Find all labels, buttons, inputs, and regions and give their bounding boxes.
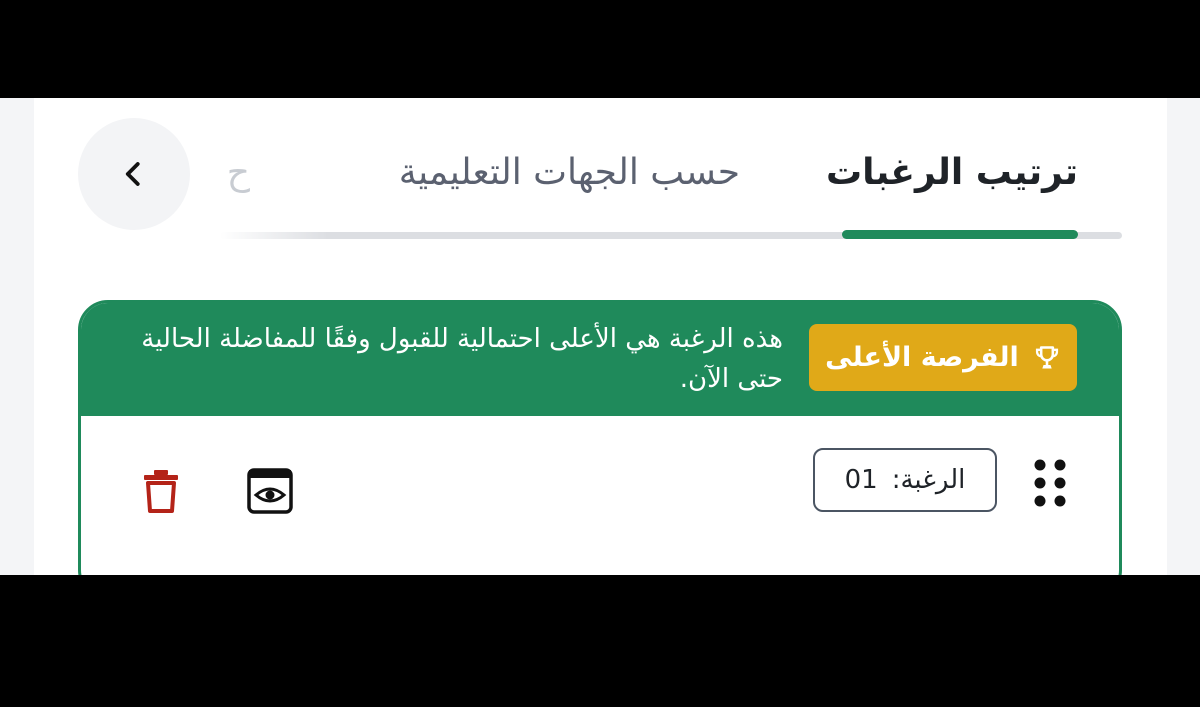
badge-label: الفرصة الأعلى [825,342,1019,373]
eye-icon[interactable] [247,468,293,514]
chevron-left-icon [125,162,140,186]
tab-active-indicator [842,230,1078,239]
trophy-icon [1035,345,1058,368]
app-screen: ح حسب الجهات التعليمية ترتيب الرغبات الف… [0,98,1200,575]
top-black-bar [0,0,1200,98]
card-header: الفرصة الأعلى هذه الرغبة هي الأعلى احتما… [81,303,1119,416]
card-actions-row: الرغبة: 01 [81,416,1119,575]
preference-card: الفرصة الأعلى هذه الرغبة هي الأعلى احتما… [78,300,1122,575]
order-label: الرغبة: [891,465,966,495]
bottom-black-bar [0,575,1200,707]
tab-bar: ح حسب الجهات التعليمية ترتيب الرغبات [210,138,1122,242]
trash-icon[interactable] [141,468,181,514]
card-note: هذه الرغبة هي الأعلى احتمالية للقبول وفق… [141,324,783,394]
preference-order-chip: الرغبة: 01 [813,448,997,512]
tab-by-institutions[interactable]: حسب الجهات التعليمية [399,152,740,193]
drag-handle-icon[interactable] [1033,458,1067,508]
highest-chance-badge: الفرصة الأعلى [809,324,1077,391]
tab-preferences-order[interactable]: ترتيب الرغبات [826,152,1078,193]
order-value: 01 [844,465,878,495]
tab-faded-partial[interactable]: ح [210,152,250,193]
back-button[interactable] [78,118,190,230]
